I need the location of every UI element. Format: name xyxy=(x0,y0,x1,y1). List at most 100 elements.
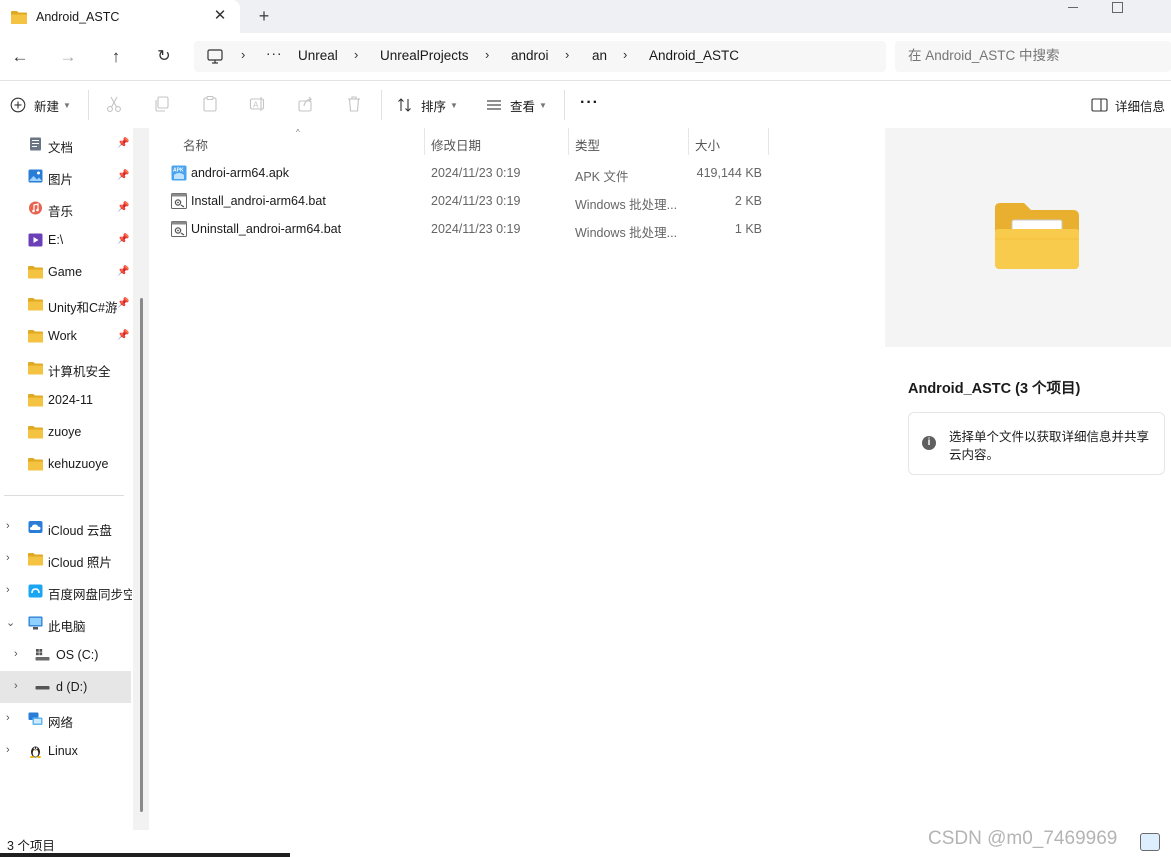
breadcrumb-android-astc[interactable]: Android_ASTC xyxy=(649,48,739,63)
folder-icon xyxy=(28,330,43,343)
maximize-button[interactable] xyxy=(1098,0,1138,14)
sidebar-item-os-c[interactable]: › OS (C:) xyxy=(0,639,131,671)
breadcrumb-unreal[interactable]: Unreal xyxy=(298,48,338,63)
back-button[interactable]: ← xyxy=(8,45,32,69)
sidebar-item-baidu-netdisk[interactable]: › 百度网盘同步空 xyxy=(0,575,132,607)
tab-android-astc[interactable]: Android_ASTC ✕ xyxy=(0,0,240,33)
chevron-right-icon[interactable]: › xyxy=(485,47,489,62)
new-button[interactable]: 新建 ▼ xyxy=(10,93,71,117)
sidebar-item-pictures[interactable]: 图片 📌 xyxy=(0,160,131,192)
sidebar-item-icloud-drive[interactable]: › iCloud 云盘 xyxy=(0,511,131,543)
sidebar-item-e-drive[interactable]: E:\ 📌 xyxy=(0,224,131,256)
sidebar-item-kehuzuoye[interactable]: kehuzuoye xyxy=(0,448,131,480)
up-button[interactable]: ↑ xyxy=(104,45,128,69)
pin-icon[interactable]: 📌 xyxy=(117,330,129,341)
chevron-right-icon[interactable]: › xyxy=(14,680,18,692)
sidebar-item-d-drive[interactable]: › d (D:) xyxy=(0,671,131,703)
new-label: 新建 xyxy=(34,99,60,114)
chevron-right-icon[interactable]: › xyxy=(6,520,10,532)
sidebar-item-work[interactable]: Work 📌 xyxy=(0,320,131,352)
chevron-right-icon[interactable]: › xyxy=(6,744,10,756)
sidebar-item-label: d (D:) xyxy=(56,680,88,694)
address-bar[interactable]: › ··· Unreal › UnrealProjects › androi ›… xyxy=(194,41,886,72)
sidebar-item-network[interactable]: › 网络 xyxy=(0,703,131,735)
pin-icon[interactable]: 📌 xyxy=(117,138,129,149)
file-name: Uninstall_androi-arm64.bat xyxy=(191,222,342,236)
sidebar-item-label: Game xyxy=(48,265,83,279)
bat-file-icon xyxy=(171,193,187,209)
column-header-name[interactable]: 名称 xyxy=(183,135,208,154)
pin-icon[interactable]: 📌 xyxy=(117,266,129,277)
chevron-down-icon[interactable]: ⌄ xyxy=(6,616,15,629)
copy-icon[interactable] xyxy=(153,95,171,113)
search-box[interactable] xyxy=(895,41,1171,72)
sidebar-item-label: kehuzuoye xyxy=(48,457,109,471)
video-folder-icon xyxy=(28,233,43,247)
chevron-right-icon[interactable]: › xyxy=(6,584,10,596)
sidebar-item-security[interactable]: 计算机安全 xyxy=(0,352,131,384)
plus-circle-icon xyxy=(10,97,26,113)
cut-icon[interactable] xyxy=(105,95,123,113)
breadcrumb-androi[interactable]: androi xyxy=(511,48,549,63)
column-header-size[interactable]: 大小 xyxy=(695,135,720,154)
sidebar-item-linux[interactable]: › Linux xyxy=(0,735,131,767)
breadcrumb-overflow[interactable]: ··· xyxy=(266,46,283,61)
pin-icon[interactable]: 📌 xyxy=(117,234,129,245)
more-options-button[interactable]: ··· xyxy=(580,91,599,115)
chevron-right-icon[interactable]: › xyxy=(14,648,18,660)
details-pane: Android_ASTC (3 个项目) i 选择单个文件以获取详细信息并共享云… xyxy=(885,128,1171,830)
refresh-button[interactable]: ↻ xyxy=(152,45,176,69)
column-header-date[interactable]: 修改日期 xyxy=(431,135,481,154)
chevron-right-icon[interactable]: › xyxy=(623,47,627,62)
sidebar-item-label: 2024-11 xyxy=(48,393,93,407)
column-divider[interactable] xyxy=(768,128,769,155)
sidebar-item-this-pc[interactable]: ⌄ 此电脑 xyxy=(0,607,131,639)
chevron-right-icon[interactable]: › xyxy=(354,47,358,62)
paste-icon[interactable] xyxy=(201,95,219,113)
chevron-right-icon[interactable]: › xyxy=(241,47,245,62)
sort-button[interactable]: 排序 ▼ xyxy=(397,93,458,117)
sidebar-item-2024-11[interactable]: 2024-11 xyxy=(0,384,131,416)
breadcrumb-unrealprojects[interactable]: UnrealProjects xyxy=(380,48,469,63)
delete-icon[interactable] xyxy=(345,95,363,113)
file-type: APK 文件 xyxy=(575,170,629,184)
icloud-icon xyxy=(28,521,43,533)
close-icon[interactable]: ✕ xyxy=(212,8,228,24)
sidebar-item-icloud-photos[interactable]: › iCloud 照片 xyxy=(0,543,131,575)
this-pc-icon[interactable] xyxy=(207,49,223,64)
sidebar-item-documents[interactable]: 文档 📌 xyxy=(0,128,131,160)
details-view-toggle[interactable] xyxy=(1140,833,1160,851)
folder-icon xyxy=(28,426,43,439)
chevron-right-icon[interactable]: › xyxy=(6,712,10,724)
pin-icon[interactable]: 📌 xyxy=(117,202,129,213)
new-tab-button[interactable]: + xyxy=(255,7,273,25)
table-row[interactable]: Uninstall_androi-arm64.bat 2024/11/23 0:… xyxy=(163,215,769,243)
file-type: Windows 批处理... xyxy=(575,198,678,212)
pin-icon[interactable]: 📌 xyxy=(117,170,129,181)
minimize-button[interactable] xyxy=(1052,0,1092,14)
pin-icon[interactable]: 📌 xyxy=(117,298,129,309)
sidebar-scrollbar-thumb[interactable] xyxy=(140,298,143,812)
column-divider[interactable] xyxy=(688,128,689,155)
share-icon[interactable] xyxy=(297,95,315,113)
chevron-right-icon[interactable]: › xyxy=(6,552,10,564)
sidebar-item-label: 此电脑 xyxy=(48,620,86,634)
sidebar-item-music[interactable]: 音乐 📌 xyxy=(0,192,131,224)
chevron-right-icon[interactable]: › xyxy=(565,47,569,62)
breadcrumb-an[interactable]: an xyxy=(592,48,607,63)
table-row[interactable]: APK androi-arm64.apk 2024/11/23 0:19 APK… xyxy=(163,159,769,187)
details-pane-button[interactable]: 详细信息 xyxy=(1091,93,1165,117)
pictures-icon xyxy=(28,169,43,183)
rename-icon[interactable]: A xyxy=(249,95,267,113)
table-row[interactable]: Install_androi-arm64.bat 2024/11/23 0:19… xyxy=(163,187,769,215)
forward-button[interactable]: → xyxy=(56,45,80,69)
column-divider[interactable] xyxy=(568,128,569,155)
sidebar-item-zuoye[interactable]: zuoye xyxy=(0,416,131,448)
sidebar-item-game[interactable]: Game 📌 xyxy=(0,256,131,288)
column-divider[interactable] xyxy=(424,128,425,155)
column-header-type[interactable]: 类型 xyxy=(575,135,600,154)
sidebar-item-unity[interactable]: Unity和C#游 📌 xyxy=(0,288,131,320)
svg-text:A: A xyxy=(253,101,259,110)
view-button[interactable]: 查看 ▼ xyxy=(486,93,547,117)
search-input[interactable] xyxy=(908,48,1163,63)
